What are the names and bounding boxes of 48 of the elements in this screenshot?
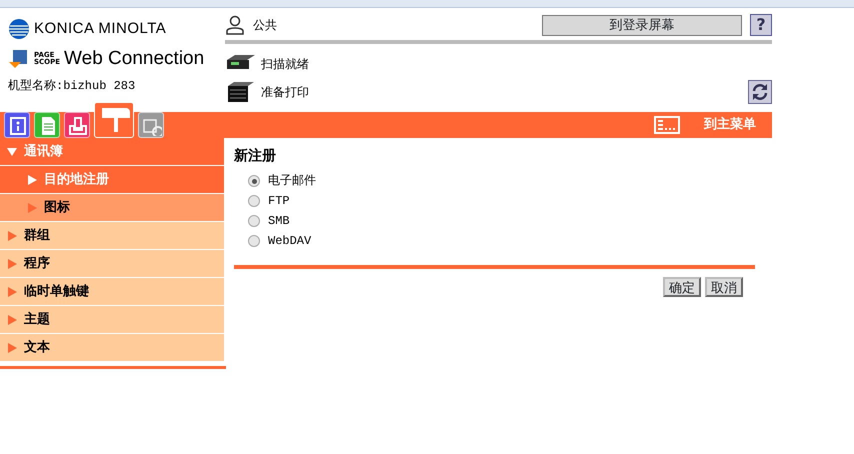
globe-logo-icon [8,18,30,40]
help-button[interactable]: ? [750,14,772,36]
expand-arrow-icon [6,230,18,242]
form-button[interactable]: 取消 [705,277,743,297]
collapse-arrow-icon [6,146,18,158]
document-tab[interactable] [34,112,60,138]
expand-arrow-icon [6,258,18,270]
sidebar-item[interactable]: 主题 [0,306,224,334]
list-icon[interactable] [654,116,680,134]
status-text: 准备打印 [261,84,309,101]
brand-name: KONICA MINOLTA [34,19,166,39]
radio-button[interactable] [248,215,260,227]
mailbox-tab[interactable] [94,102,134,138]
option-label: SMB [268,213,290,230]
status-text: 扫描就绪 [261,56,309,73]
option-label: WebDAV [268,233,312,250]
sidebar-item[interactable]: 程序 [0,250,224,278]
product-name: Web Connection [64,46,204,70]
option-label: 电子邮件 [268,173,316,190]
user-label: 公共 [253,17,277,34]
box-tab[interactable] [64,112,90,138]
radio-option[interactable]: FTP [234,191,755,211]
login-button[interactable]: 到登录屏幕 [542,14,742,36]
information-tab[interactable] [4,112,30,138]
sidebar-item[interactable]: 文本 [0,334,224,362]
radio-option[interactable]: SMB [234,211,755,231]
expand-arrow-icon [26,174,38,186]
radio-option[interactable]: WebDAV [234,231,755,251]
model-name: 机型名称:bizhub 283 [8,78,136,95]
refresh-icon[interactable] [748,80,772,104]
sidebar-item[interactable]: 群组 [0,222,224,250]
pagescope-logo-icon [8,48,30,70]
radio-button[interactable] [248,195,260,207]
expand-arrow-icon [6,286,18,298]
expand-arrow-icon [26,202,38,214]
expand-arrow-icon [6,342,18,354]
form-title: 新注册 [234,146,277,166]
radio-button[interactable] [248,175,260,187]
settings-tab[interactable] [138,112,164,138]
radio-option[interactable]: 电子邮件 [234,171,755,191]
sidebar-subitem[interactable]: 图标 [0,194,224,222]
box-icon [66,114,88,136]
form-button[interactable]: 确定 [663,277,701,297]
expand-arrow-icon [6,314,18,326]
sidebar-item[interactable]: 临时单触键 [0,278,224,306]
radio-button[interactable] [248,235,260,247]
user-icon [225,15,245,35]
option-label: FTP [268,193,290,210]
